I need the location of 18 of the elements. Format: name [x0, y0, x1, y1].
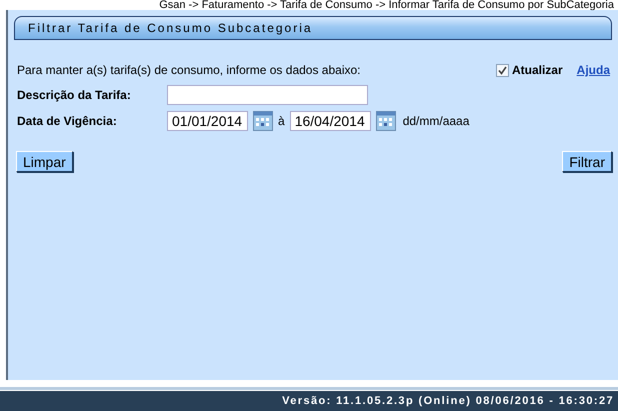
version-status: Versão: 11.1.05.2.3p (Online) 08/06/2016 - 16:30:27: [282, 395, 614, 408]
breadcrumb: Gsan -> Faturamento -> Tarifa de Consumo -> Informar Tarifa de Consumo por SubCategoria: [159, 0, 615, 10]
calendar-icon[interactable]: [253, 111, 273, 131]
update-checkbox[interactable]: [496, 64, 509, 76]
description-field[interactable]: [167, 85, 368, 105]
null[interactable]: Filtrar: [562, 151, 612, 172]
validity-label: Data de Vigência:: [17, 114, 118, 128]
calendar-icon[interactable]: [376, 111, 396, 131]
description-label: Descrição da Tarifa:: [17, 88, 132, 102]
date-separator: à: [278, 114, 285, 128]
date-format-hint: dd/mm/aaaa: [402, 114, 470, 128]
end-date-field[interactable]: 16/04/2014: [290, 111, 371, 131]
panel-title: Filtrar Tarifa de Consumo Subcategoria: [14, 16, 612, 40]
update-label: Atualizar: [512, 63, 563, 77]
instructions: Para manter a(s) tarifa(s) de consumo, informe os dados abaixo:: [17, 63, 362, 77]
start-date-field[interactable]: 01/01/2014: [167, 111, 248, 131]
help-link[interactable]: Ajuda: [576, 63, 610, 77]
null[interactable]: Limpar: [16, 151, 73, 172]
